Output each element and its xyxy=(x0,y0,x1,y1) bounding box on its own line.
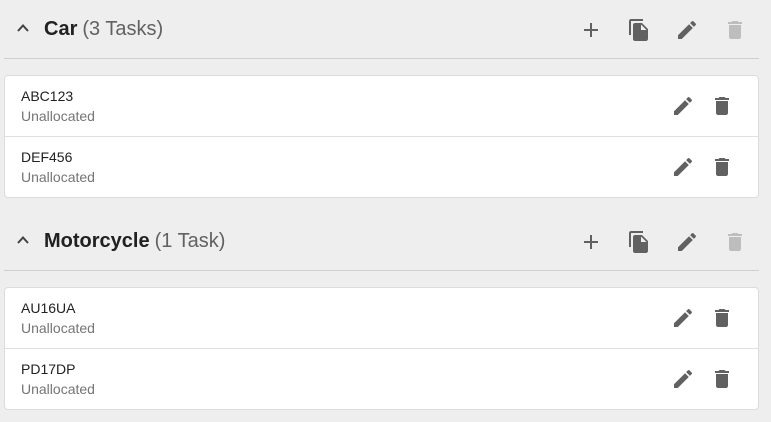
task-status: Unallocated xyxy=(21,381,95,397)
pencil-icon xyxy=(671,155,695,179)
trash-icon xyxy=(710,155,734,179)
group-header: Motorcycle (1 Task) xyxy=(4,214,759,271)
group-header: Car (3 Tasks) xyxy=(4,2,759,59)
copy-icon xyxy=(627,230,651,254)
task-id: PD17DP xyxy=(21,361,76,377)
task-list: AU16UA Unallocated PD17DP Unallocated xyxy=(4,287,759,410)
task-row[interactable]: DEF456 Unallocated xyxy=(5,137,758,197)
pencil-icon xyxy=(675,18,699,42)
group-title: Motorcycle (1 Task) xyxy=(44,229,225,253)
plus-icon xyxy=(579,230,603,254)
chevron-up-icon[interactable] xyxy=(16,233,30,247)
delete-task-button[interactable] xyxy=(710,155,734,179)
delete-task-button[interactable] xyxy=(710,306,734,330)
add-task-button[interactable] xyxy=(579,18,603,42)
task-id: DEF456 xyxy=(21,149,73,165)
edit-task-button[interactable] xyxy=(671,367,695,391)
task-row[interactable]: ABC123 Unallocated xyxy=(5,76,758,137)
task-id: AU16UA xyxy=(21,300,76,316)
trash-icon xyxy=(710,306,734,330)
group-task-count: (1 Task) xyxy=(154,230,226,252)
trash-icon xyxy=(710,367,734,391)
task-id: ABC123 xyxy=(21,88,74,104)
add-task-button[interactable] xyxy=(579,230,603,254)
pencil-icon xyxy=(675,230,699,254)
task-status: Unallocated xyxy=(21,320,95,336)
task-status: Unallocated xyxy=(21,108,95,124)
trash-icon xyxy=(710,94,734,118)
group-title: Car (3 Tasks) xyxy=(44,17,163,41)
copy-icon xyxy=(627,18,651,42)
edit-group-button[interactable] xyxy=(675,18,699,42)
task-status: Unallocated xyxy=(21,169,95,185)
edit-task-button[interactable] xyxy=(671,306,695,330)
task-list: ABC123 Unallocated DEF456 Unallocated xyxy=(4,75,759,198)
chevron-up-icon[interactable] xyxy=(16,21,30,35)
copy-group-button[interactable] xyxy=(627,230,651,254)
plus-icon xyxy=(579,18,603,42)
delete-task-button[interactable] xyxy=(710,94,734,118)
pencil-icon xyxy=(671,306,695,330)
pencil-icon xyxy=(671,367,695,391)
pencil-icon xyxy=(671,94,695,118)
edit-task-button[interactable] xyxy=(671,94,695,118)
edit-task-button[interactable] xyxy=(671,155,695,179)
delete-group-button[interactable] xyxy=(723,230,747,254)
trash-icon xyxy=(723,18,747,42)
task-row[interactable]: PD17DP Unallocated xyxy=(5,349,758,409)
group-name: Car xyxy=(44,18,78,40)
edit-group-button[interactable] xyxy=(675,230,699,254)
group-task-count: (3 Tasks) xyxy=(82,18,164,40)
copy-group-button[interactable] xyxy=(627,18,651,42)
trash-icon xyxy=(723,230,747,254)
group-name: Motorcycle xyxy=(44,230,150,252)
delete-task-button[interactable] xyxy=(710,367,734,391)
delete-group-button[interactable] xyxy=(723,18,747,42)
task-row[interactable]: AU16UA Unallocated xyxy=(5,288,758,349)
